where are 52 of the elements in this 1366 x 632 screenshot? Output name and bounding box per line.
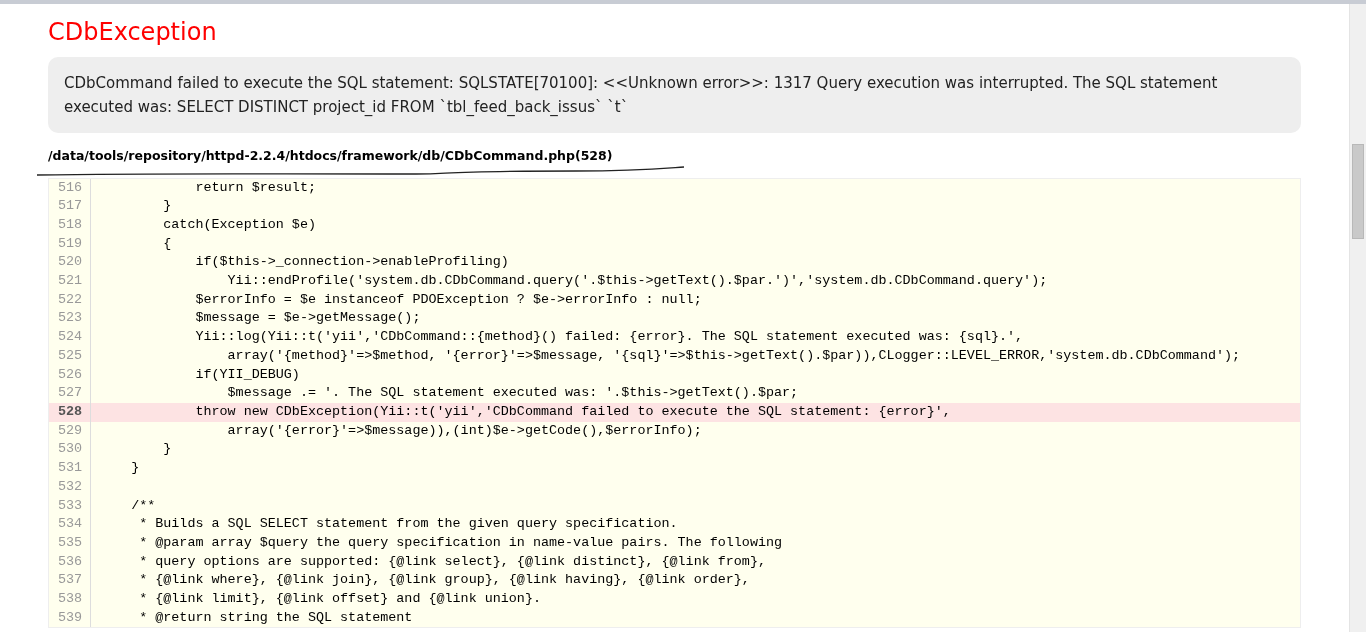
line-number: 525 xyxy=(49,346,91,366)
line-number: 533 xyxy=(49,496,91,516)
code-line: array('{error}'=>$message)),(int)$e->getCode(),$errorInfo); xyxy=(226,422,702,438)
line-number: 518 xyxy=(49,215,91,235)
code-line: if(YII_DEBUG) xyxy=(194,366,300,382)
line-number: 526 xyxy=(49,365,91,385)
line-number: 524 xyxy=(49,328,91,347)
exception-title: CDbException xyxy=(48,18,218,47)
code-line: Yii::endProfile('system.db.CDbCommand.query('.$this->getText().$par.')','system.db.CDbCommand.query'); xyxy=(226,273,1048,289)
code-line: } xyxy=(130,460,140,476)
line-number: 516 xyxy=(49,178,91,198)
line-number: 520 xyxy=(49,253,91,273)
line-number: 534 xyxy=(49,515,91,534)
line-number: 530 xyxy=(49,440,91,460)
line-number: 538 xyxy=(49,590,91,609)
code-line: catch(Exception $e) xyxy=(162,216,316,232)
code-line: * Builds a SQL SELECT statement from the given query specification. xyxy=(138,516,678,532)
scrollbar[interactable] xyxy=(1349,4,1366,632)
code-line: * query options are supported: {@link select}, {@link distinct}, {@link from}, xyxy=(138,553,766,569)
scrollbar-thumb[interactable] xyxy=(1352,144,1364,239)
code-line: Yii::log(Yii::t('yii','CDbCommand::{method}() failed: {error}. The SQL statement executed was: {sql}.', xyxy=(194,329,1024,345)
code-line: * @param array $query the query specification in name-value pairs. The following xyxy=(138,534,783,550)
code-line: /** xyxy=(130,497,156,513)
line-number: 528 xyxy=(49,403,91,422)
line-number: 536 xyxy=(49,552,91,572)
line-number: 517 xyxy=(49,197,91,216)
line-number: 521 xyxy=(49,272,91,291)
line-number: 519 xyxy=(49,234,91,254)
code-line: { xyxy=(162,235,172,251)
line-number: 531 xyxy=(49,459,91,478)
code-line: } xyxy=(162,441,172,457)
code-line: throw new CDbException(Yii::t('yii','CDbCommand failed to execute the SQL statement: {error}', xyxy=(194,404,951,419)
code-line: $message = $e->getMessage(); xyxy=(194,310,421,326)
code-line: * {@link where}, {@link join}, {@link group}, {@link having}, {@link order}, xyxy=(138,572,750,588)
line-number: 532 xyxy=(49,477,91,497)
code-line: $errorInfo = $e instanceof PDOException ? $e->errorInfo : null; xyxy=(194,291,702,307)
line-number: 523 xyxy=(49,309,91,329)
code-line: } xyxy=(162,198,172,214)
code-line: $message .= '. The SQL statement executed was: '.$this->getText().$par; xyxy=(226,385,799,401)
error-message: CDbCommand failed to execute the SQL statement: SQLSTATE[70100]: <<Unknown error>>: 1317 Query execution was interrupted. The SQL statement executed was: SELECT DISTINCT project_id FROM `tbl_feed_back_issus` `t` xyxy=(48,56,1301,133)
code-line: array('{method}'=>$method, '{error}'=>$message, '{sql}'=>$this->getText().$par)),CLogger::LEVEL_ERROR,'system.db.CDbCommand'); xyxy=(226,347,1241,363)
file-path: /data/tools/repository/httpd-2.2.4/htdocs/framework/db/CDbCommand.php(528) xyxy=(48,146,614,165)
code-line: * {@link limit}, {@link offset} and {@link union}. xyxy=(138,591,541,606)
code-line: return $result; xyxy=(194,179,316,195)
code-line: * @return string the SQL statement xyxy=(138,609,413,625)
line-number: 527 xyxy=(49,384,91,403)
line-number: 535 xyxy=(49,533,91,553)
line-number: 537 xyxy=(49,571,91,590)
line-number: 539 xyxy=(49,608,91,628)
line-number: 529 xyxy=(49,421,91,441)
code-line: if($this->_connection->enableProfiling) xyxy=(194,254,509,270)
line-number: 522 xyxy=(49,290,91,310)
